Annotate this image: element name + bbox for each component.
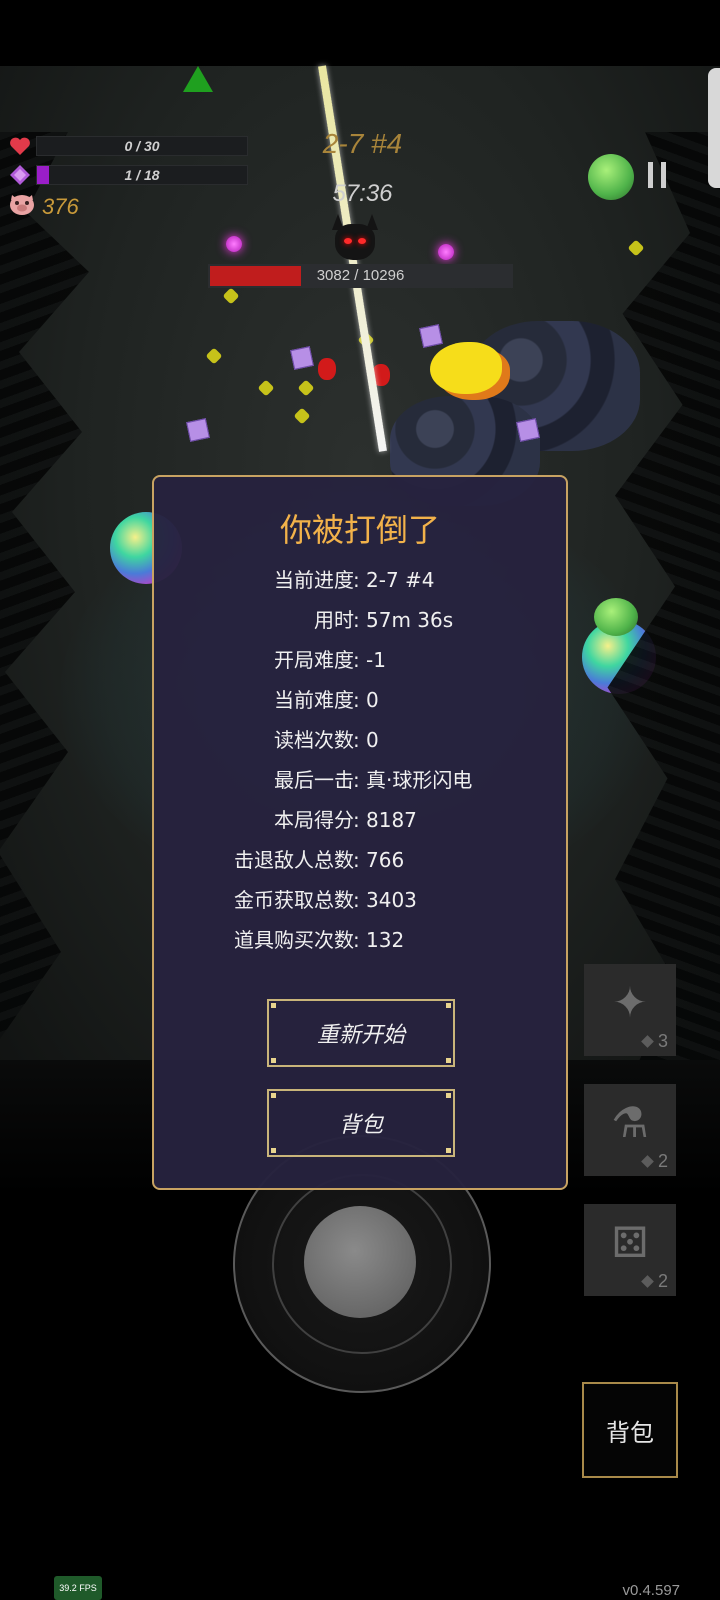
stat-row: 本局得分:8187 — [154, 805, 566, 835]
stat-colon: : — [353, 728, 360, 752]
stat-colon: : — [353, 608, 360, 632]
xp-text: 1 / 18 — [124, 167, 160, 183]
stat-label: 击退敌人总数 — [234, 848, 354, 872]
stat-row: 当前进度:2-7 #4 — [154, 565, 566, 595]
shuriken-icon: ✦ — [612, 979, 648, 1026]
stat-value: 0 — [366, 688, 379, 712]
stat-value: -1 — [366, 648, 386, 672]
stat-label: 当前难度 — [274, 688, 354, 712]
bag-button[interactable]: 背包 — [582, 1382, 678, 1478]
stat-row: 道具购买次数:132 — [154, 925, 566, 955]
demon-boss — [330, 214, 380, 264]
item-count: 2 — [657, 1271, 668, 1291]
yellow-gem — [257, 379, 275, 397]
restart-label: 重新开始 — [316, 1023, 405, 1048]
stat-label: 当前进度 — [274, 568, 354, 592]
yellow-gem — [627, 239, 645, 257]
dialog-title: 你被打倒了 — [279, 511, 440, 549]
dialog-bag-button[interactable]: 背包 — [267, 1089, 455, 1157]
stat-colon: : — [353, 928, 360, 952]
stat-row: 用时:57m 36s — [154, 605, 566, 635]
item-slot-2[interactable]: ⚗ 2 — [584, 1084, 676, 1176]
stat-label: 读档次数 — [274, 728, 354, 752]
pause-button[interactable] — [632, 150, 682, 200]
boss-health-text: 3082 / 10296 — [316, 267, 405, 284]
green-fruit-enemy — [594, 598, 638, 636]
stage-label: 2-7 #4 — [322, 128, 403, 159]
objective-arrow-icon — [183, 66, 213, 92]
stat-value: 57m 36s — [366, 608, 454, 632]
side-drawer-handle[interactable] — [708, 68, 720, 188]
heart-icon — [8, 135, 32, 157]
stat-value: 3403 — [366, 888, 417, 912]
xp-row: 1 / 18 — [8, 164, 248, 186]
stat-value: 2-7 #4 — [366, 568, 435, 592]
xp-bar: 1 / 18 — [36, 165, 248, 185]
stat-colon: : — [353, 648, 360, 672]
health-row: 0 / 30 — [8, 135, 248, 157]
gold-row: 376 — [8, 192, 79, 221]
stat-colon: : — [353, 808, 360, 832]
stat-colon: : — [353, 688, 360, 712]
health-bar: 0 / 30 — [36, 136, 248, 156]
purple-crate — [290, 346, 314, 370]
magenta-orb — [226, 236, 242, 252]
stat-label: 道具购买次数 — [234, 928, 354, 952]
stat-label: 本局得分 — [274, 808, 354, 832]
run-timer: 57:36 — [332, 180, 393, 207]
dice-icon: ⚄ — [611, 1219, 649, 1266]
health-text: 0 / 30 — [124, 138, 160, 154]
xp-gem-icon — [8, 164, 32, 186]
stat-colon: : — [353, 568, 360, 592]
version-label: v0.4.597 — [622, 1582, 680, 1599]
item-count: 2 — [657, 1151, 668, 1171]
stat-colon: : — [353, 848, 360, 872]
item-slot-3[interactable]: ⚄ 2 — [584, 1204, 676, 1296]
stat-value: 真·球形闪电 — [366, 768, 473, 792]
yellow-gem — [297, 379, 315, 397]
stat-label: 开局难度 — [274, 648, 354, 672]
boss-health-bar: 3082 / 10296 — [208, 264, 513, 288]
gold-amount: 376 — [42, 193, 79, 219]
stat-value: 766 — [366, 848, 405, 872]
stat-row: 金币获取总数:3403 — [154, 885, 566, 915]
stat-value: 0 — [366, 728, 379, 752]
joystick-knob[interactable] — [304, 1206, 416, 1318]
stat-value: 8187 — [366, 808, 417, 832]
pig-icon — [8, 192, 36, 221]
stat-row: 当前难度:0 — [154, 685, 566, 715]
restart-button[interactable]: 重新开始 — [267, 999, 455, 1067]
fps-counter: 39.2 FPS — [54, 1576, 102, 1600]
stat-value: 132 — [366, 928, 405, 952]
pause-icon — [648, 162, 653, 188]
stat-colon: : — [353, 768, 360, 792]
magenta-orb — [438, 244, 454, 260]
dialog-bag-label: 背包 — [338, 1113, 383, 1138]
defeat-dialog: 你被打倒了 当前进度:2-7 #4 用时:57m 36s 开局难度: -1 当前难度:0… — [152, 475, 568, 1190]
stat-row: 开局难度: -1 — [154, 645, 566, 675]
yellow-gem — [205, 347, 223, 365]
stat-label: 用时 — [314, 608, 354, 632]
yellow-gem — [222, 287, 240, 305]
stat-row: 击退敌人总数:766 — [154, 845, 566, 875]
item-slot-1[interactable]: ✦ 3 — [584, 964, 676, 1056]
red-enemy — [318, 358, 336, 380]
purple-crate — [419, 324, 443, 348]
yellow-gem — [293, 407, 311, 425]
yellow-duck-enemy — [430, 342, 502, 394]
purple-crate — [516, 418, 540, 442]
item-count: 3 — [657, 1031, 668, 1051]
green-fruit-enemy — [588, 154, 634, 200]
potion-icon: ⚗ — [611, 1099, 649, 1146]
stat-row: 最后一击: 真·球形闪电 — [154, 765, 566, 795]
stat-colon: : — [353, 888, 360, 912]
stat-label: 金币获取总数 — [234, 888, 354, 912]
stat-row: 读档次数:0 — [154, 725, 566, 755]
stat-label: 最后一击 — [274, 768, 354, 792]
purple-crate — [186, 418, 210, 442]
